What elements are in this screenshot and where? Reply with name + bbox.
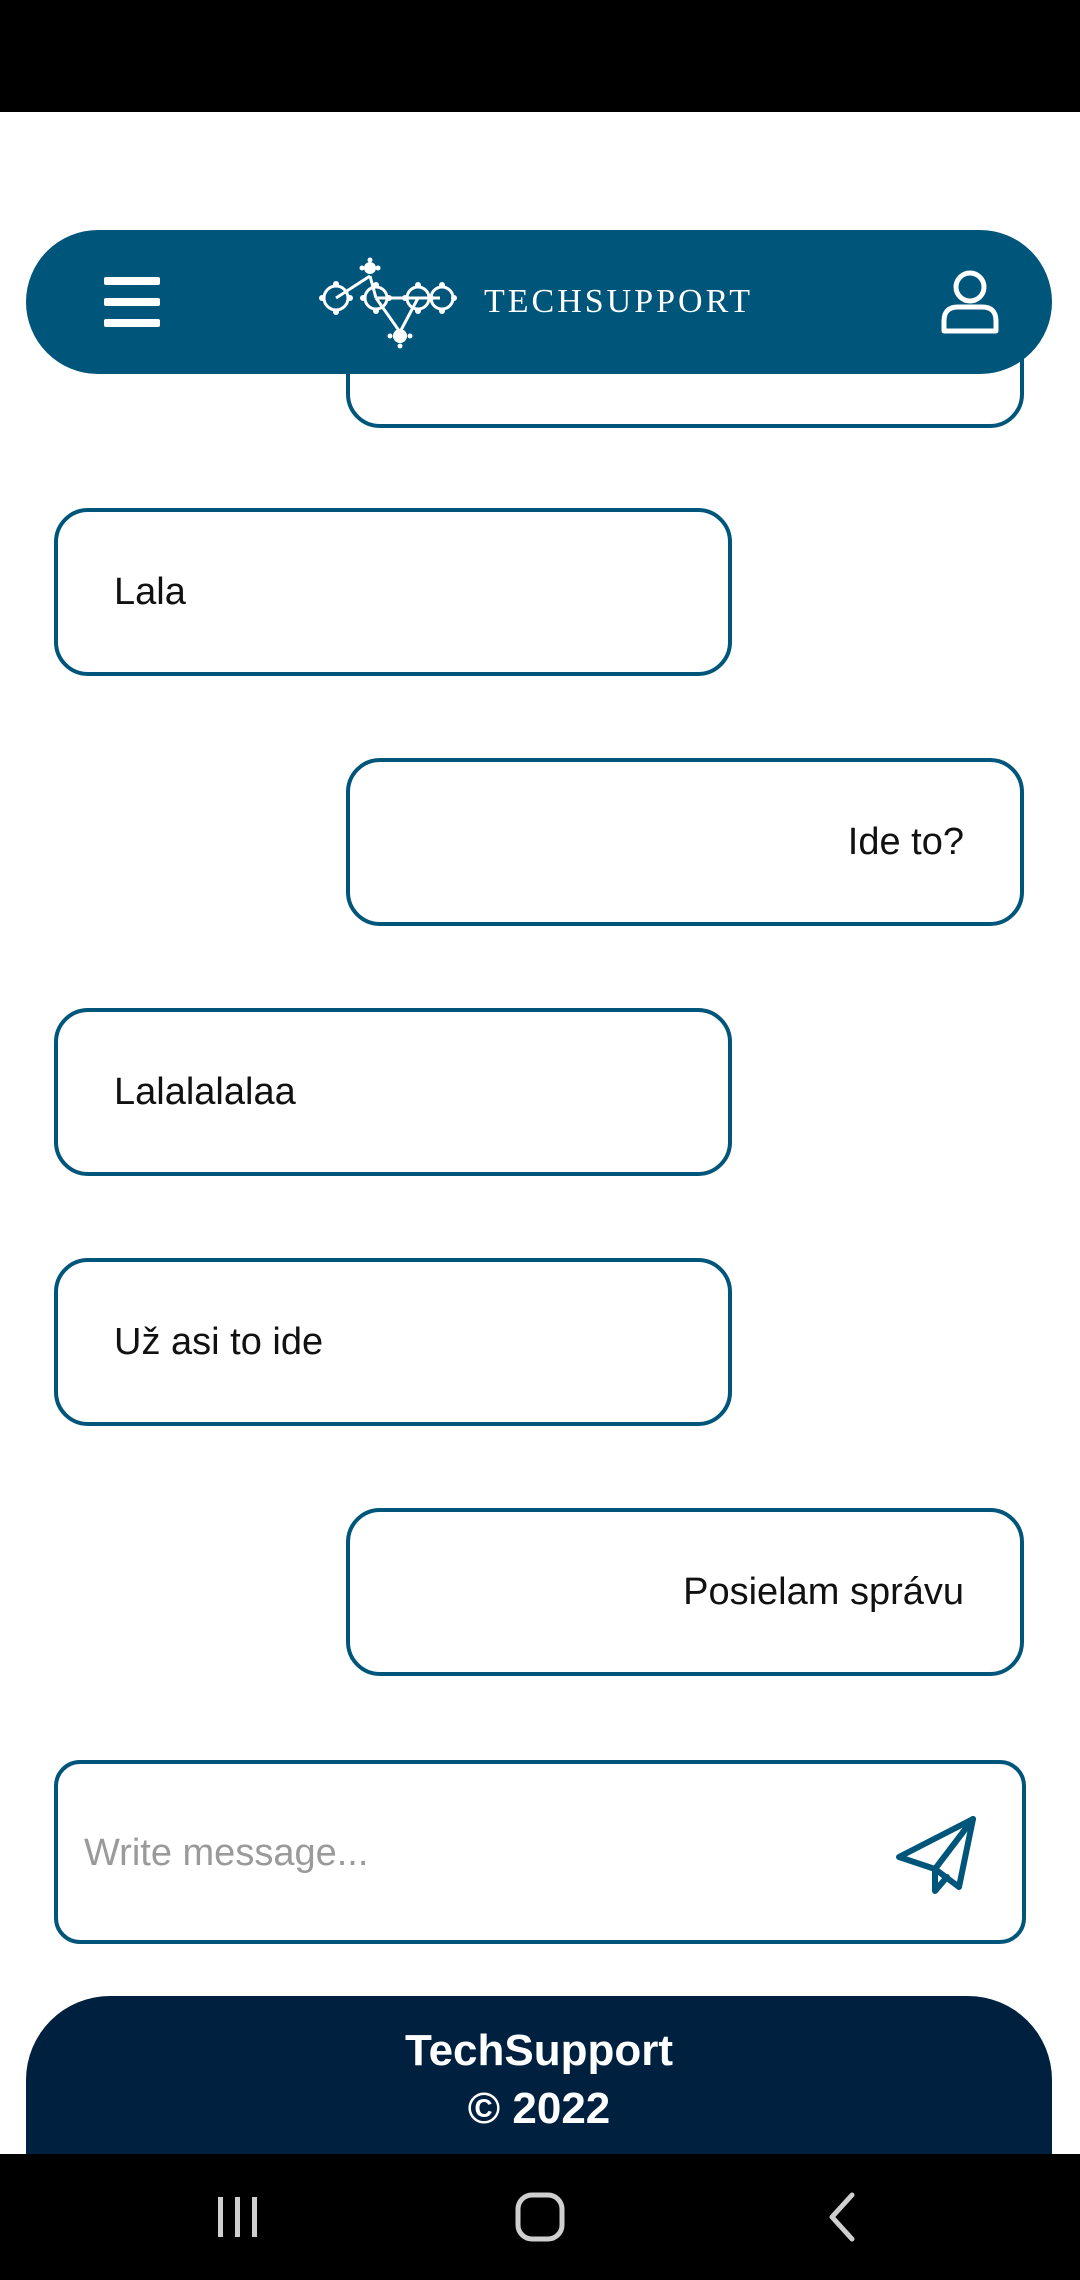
send-button[interactable] xyxy=(892,1810,982,1900)
message-input[interactable] xyxy=(82,1804,866,1902)
brand-name: TECHSUPPORT xyxy=(484,283,754,320)
hamburger-menu-icon xyxy=(104,277,160,327)
paper-plane-icon xyxy=(896,1816,976,1894)
user-profile-icon xyxy=(941,270,999,334)
brand[interactable]: TECHSUPPORT xyxy=(318,250,798,354)
message-bubble-incoming: Lala xyxy=(54,508,732,676)
menu-button[interactable] xyxy=(92,274,172,330)
home-icon xyxy=(515,2192,565,2242)
message-bubble-outgoing: Posielam správu xyxy=(346,1508,1024,1676)
home-button[interactable] xyxy=(500,2184,580,2250)
message-text: Lala xyxy=(114,570,186,613)
recents-icon xyxy=(218,2197,257,2237)
message-text: Lalalalalaa xyxy=(114,1070,296,1113)
logo-icon xyxy=(318,254,458,350)
message-text: Ide to? xyxy=(847,820,964,863)
message-bubble-incoming: Lalalalalaa xyxy=(54,1008,732,1176)
footer: TechSupport © 2022 xyxy=(26,1996,1052,2156)
back-button[interactable] xyxy=(802,2184,882,2250)
message-text: Posielam správu xyxy=(683,1570,964,1613)
recents-button[interactable] xyxy=(198,2184,278,2250)
message-text: Už asi to ide xyxy=(114,1320,324,1363)
message-composer xyxy=(54,1760,1026,1944)
message-bubble-outgoing: Ide to? xyxy=(346,758,1024,926)
message-bubble-incoming: Už asi to ide xyxy=(54,1258,732,1426)
back-icon xyxy=(829,2192,855,2242)
app-header: TECHSUPPORT xyxy=(26,230,1052,374)
profile-button[interactable] xyxy=(932,264,1008,340)
system-navigation-bar xyxy=(0,2154,1080,2280)
footer-title: TechSupport xyxy=(404,2026,674,2075)
footer-copyright: © 2022 xyxy=(467,2084,611,2133)
